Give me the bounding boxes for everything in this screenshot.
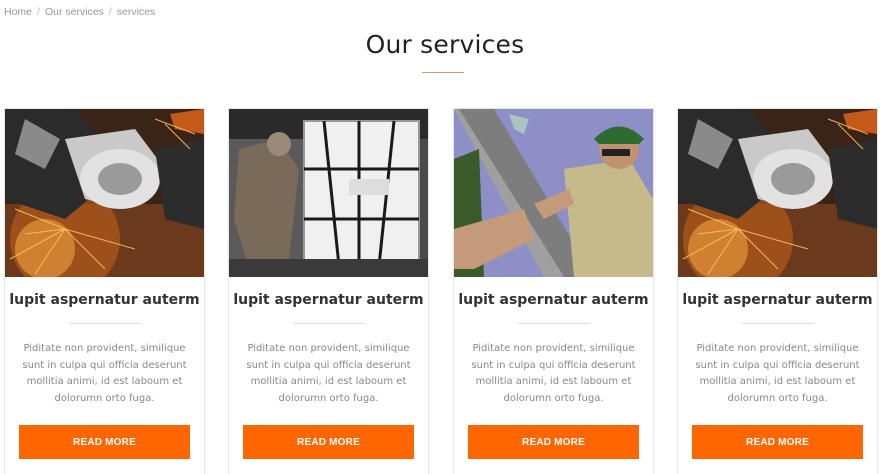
service-card: lupit aspernatur auterm Piditate non pro… bbox=[4, 108, 205, 474]
read-more-button[interactable]: Read more bbox=[692, 425, 863, 459]
read-more-button[interactable]: Read more bbox=[19, 425, 190, 459]
service-image-construction[interactable] bbox=[454, 109, 653, 277]
services-grid: lupit aspernatur auterm Piditate non pro… bbox=[4, 108, 884, 474]
service-title: lupit aspernatur auterm bbox=[458, 292, 649, 308]
service-description: Piditate non provident, similique sunt i… bbox=[246, 343, 411, 404]
breadcrumb-separator: / bbox=[37, 6, 40, 18]
service-image-welder[interactable] bbox=[5, 109, 204, 277]
service-card: lupit aspernatur auterm Piditate non pro… bbox=[228, 108, 429, 474]
service-title: lupit aspernatur auterm bbox=[682, 292, 873, 308]
service-title-divider bbox=[517, 323, 590, 324]
title-divider bbox=[422, 72, 464, 73]
read-more-button[interactable]: Read more bbox=[243, 425, 414, 459]
breadcrumb-our-services-link[interactable]: Our services bbox=[45, 6, 104, 18]
service-title-divider bbox=[741, 323, 814, 324]
service-title: lupit aspernatur auterm bbox=[9, 292, 200, 308]
service-image-welder[interactable] bbox=[678, 109, 877, 277]
service-card: lupit aspernatur auterm Piditate non pro… bbox=[453, 108, 654, 474]
breadcrumb-home-link[interactable]: Home bbox=[4, 6, 32, 18]
read-more-button[interactable]: Read more bbox=[468, 425, 639, 459]
breadcrumb: Home / Our services / services bbox=[4, 6, 155, 18]
service-description: Piditate non provident, similique sunt i… bbox=[471, 343, 636, 404]
service-card: lupit aspernatur auterm Piditate non pro… bbox=[677, 108, 878, 474]
service-title-divider bbox=[292, 323, 365, 324]
breadcrumb-separator: / bbox=[108, 6, 112, 18]
service-description: Piditate non provident, similique sunt i… bbox=[695, 343, 860, 404]
page-title: Our services bbox=[365, 30, 525, 59]
breadcrumb-current: services bbox=[116, 6, 156, 18]
service-image-warehouse[interactable] bbox=[229, 109, 428, 277]
service-title-divider bbox=[68, 323, 141, 324]
service-description: Piditate non provident, similique sunt i… bbox=[22, 343, 187, 404]
service-title: lupit aspernatur auterm bbox=[233, 292, 424, 308]
